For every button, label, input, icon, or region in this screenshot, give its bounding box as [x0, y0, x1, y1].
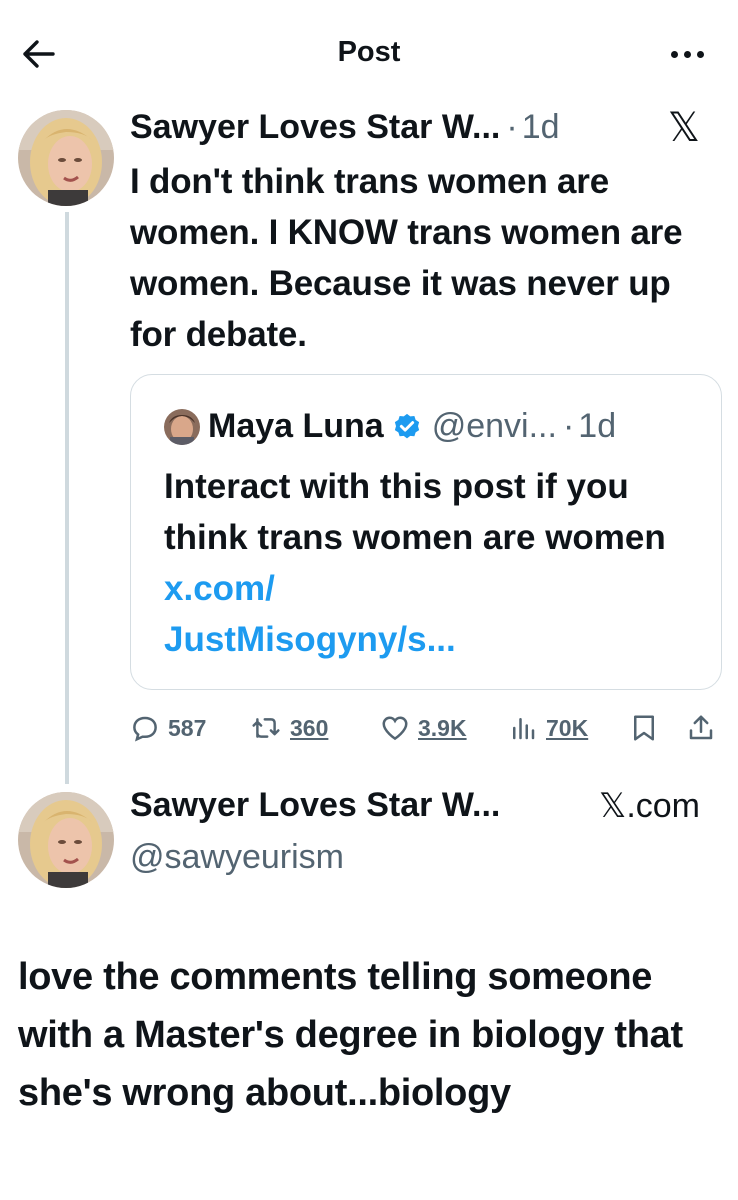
separator-dot: · [562, 407, 575, 445]
x-logo-icon: 𝕏 [667, 106, 700, 150]
quote-link-2[interactable]: JustMisogyny/s... [164, 620, 456, 659]
views-button[interactable]: 70K [508, 708, 588, 748]
quoted-post[interactable]: Maya Luna @envi... · 1d Interact with th… [130, 374, 722, 690]
quote-author-name[interactable]: Maya Luna [208, 407, 384, 446]
bookmark-icon [634, 715, 654, 741]
quote-text-main: Interact with this post if you think tra… [164, 467, 666, 557]
repost-icon [252, 718, 280, 738]
caption-text: love the comments telling someone with a… [18, 956, 683, 1114]
header: Post [0, 0, 738, 106]
reply-button[interactable]: 587 [130, 708, 206, 748]
quote-text: Interact with this post if you think tra… [164, 461, 704, 665]
reply-icon [133, 716, 157, 742]
repost-count: 360 [290, 714, 329, 741]
repost-button[interactable]: 360 [250, 708, 328, 748]
thread-line [65, 212, 69, 784]
separator-dot: · [506, 107, 518, 146]
verified-badge-icon [392, 412, 422, 442]
attribution-handle[interactable]: @sawyeurism [130, 838, 344, 877]
post-text: I don't think trans women are women. I K… [130, 162, 683, 354]
page-title: Post [337, 36, 401, 68]
author-name[interactable]: Sawyer Loves Star W... [130, 108, 500, 147]
attribution-name[interactable]: Sawyer Loves Star W... [130, 786, 500, 825]
share-icon [689, 715, 713, 740]
quote-header: Maya Luna @envi... · 1d [164, 407, 616, 446]
heart-icon [382, 716, 408, 741]
like-count: 3.9K [418, 714, 467, 741]
more-dots-icon[interactable] [662, 38, 712, 70]
quote-handle[interactable]: @envi... [432, 407, 557, 446]
avatar[interactable] [18, 110, 114, 206]
share-button[interactable] [686, 708, 716, 748]
views-chart-icon [513, 718, 535, 740]
like-button[interactable]: 3.9K [380, 708, 467, 748]
action-bar: 587 360 3.9K 70K [130, 708, 720, 748]
post-time[interactable]: 1d [522, 108, 560, 147]
quote-time[interactable]: 1d [578, 407, 616, 446]
views-count: 70K [546, 714, 589, 741]
attribution-site[interactable]: 𝕏.com [599, 786, 700, 826]
reply-count: 587 [168, 714, 207, 741]
quote-link-1[interactable]: x.com/ [164, 569, 275, 608]
post-header: Sawyer Loves Star W... · 1d 𝕏 [130, 104, 710, 150]
attribution-avatar[interactable] [18, 792, 114, 888]
bookmark-button[interactable] [630, 708, 658, 748]
quote-avatar[interactable] [164, 408, 200, 445]
